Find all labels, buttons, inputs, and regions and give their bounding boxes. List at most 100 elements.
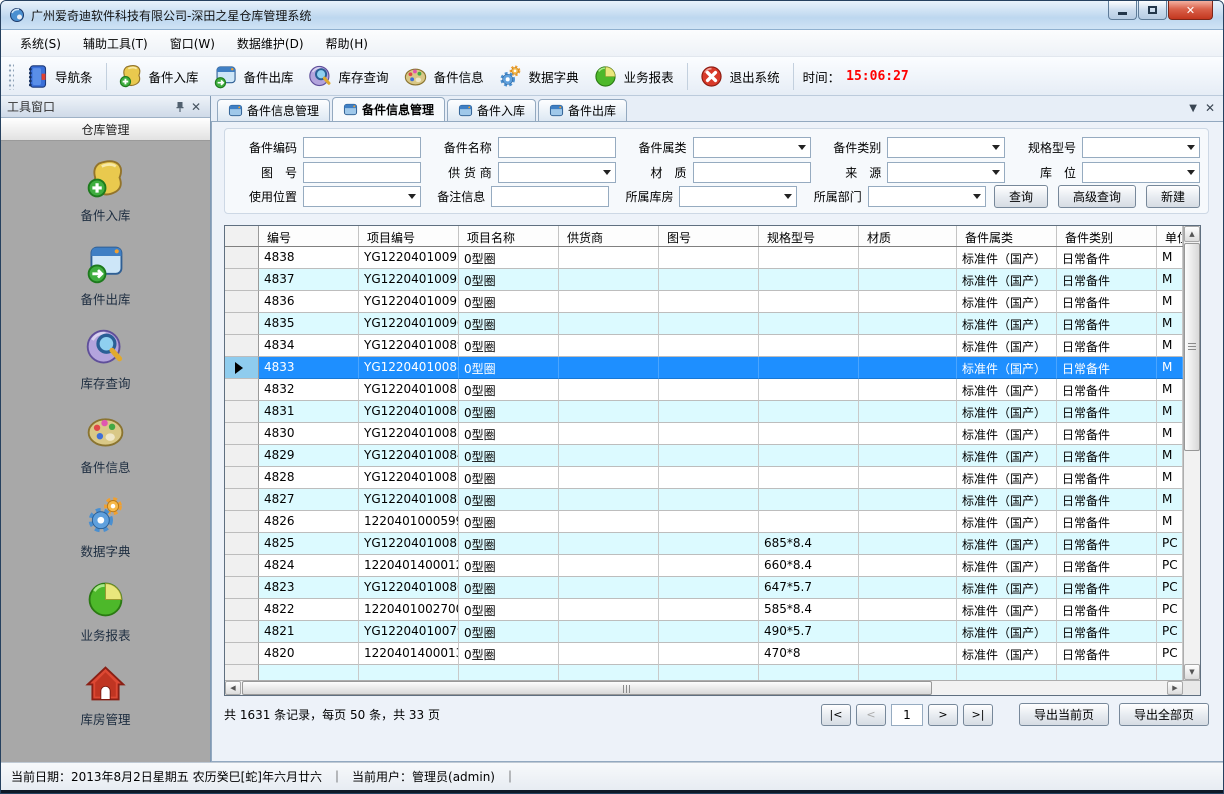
first-page-button[interactable]: |< [821,704,851,726]
advanced-query-button[interactable]: 高级查询 [1058,185,1136,208]
scroll-right-icon[interactable]: ▶ [1167,681,1183,695]
header-col-spec[interactable]: 规格型号 [759,226,859,246]
drawing-no-input[interactable] [303,162,421,183]
spec-model-select[interactable] [1082,137,1200,158]
header-col-class[interactable]: 备件属类 [957,226,1057,246]
table-row[interactable]: 4825YG122040100810型圈685*8.4标准件（国产）日常备件PC [225,533,1183,555]
minimize-button[interactable] [1108,1,1137,20]
table-row[interactable]: 4827YG122040100820型圈标准件（国产）日常备件M [225,489,1183,511]
header-row-selector[interactable] [225,226,259,246]
row-selector[interactable] [225,401,259,423]
table-row[interactable]: 4829YG122040100840型圈标准件（国产）日常备件M [225,445,1183,467]
row-selector[interactable] [225,247,259,269]
toolbar-nav-bar-button[interactable]: 导航条 [18,60,101,93]
part-name-input[interactable] [498,137,616,158]
menu-item-help[interactable]: 帮助(H) [315,31,379,56]
department-select[interactable] [868,186,986,207]
part-class-select[interactable] [693,137,811,158]
tab-close-icon[interactable]: ✕ [1205,101,1215,115]
header-col-project-code[interactable]: 项目编号 [359,226,459,246]
row-selector[interactable] [225,489,259,511]
usage-position-select[interactable] [303,186,421,207]
material-input[interactable] [693,162,811,183]
toolbar-inventory-query-button[interactable]: 库存查询 [302,60,397,93]
pin-icon[interactable] [172,99,188,115]
row-selector[interactable] [225,555,259,577]
query-button[interactable]: 查询 [994,185,1048,208]
table-row[interactable]: 4836YG122040100910型圈标准件（国产）日常备件M [225,291,1183,313]
menu-item-aux-tools[interactable]: 辅助工具(T) [72,31,159,56]
header-col-drawing-no[interactable]: 图号 [659,226,759,246]
vertical-scrollbar[interactable]: ▲ ▼ [1183,226,1200,680]
row-selector[interactable] [225,643,259,665]
remark-input[interactable] [491,186,609,207]
sidebar-item-parts-outbound[interactable]: 备件出库 [46,241,166,308]
header-col-material[interactable]: 材质 [859,226,957,246]
tab-parts-info-mgmt-2[interactable]: 备件信息管理 [332,97,445,121]
horizontal-scrollbar[interactable]: ◀ ▶ [225,681,1183,695]
header-col-id[interactable]: 编号 [259,226,359,246]
row-selector[interactable] [225,533,259,555]
row-selector[interactable] [225,379,259,401]
toolbar-parts-info-button[interactable]: 备件信息 [397,60,492,93]
toolbar-data-dictionary-button[interactable]: 数据字典 [492,60,587,93]
scroll-left-icon[interactable]: ◀ [225,681,241,695]
row-selector[interactable] [225,335,259,357]
sidebar-item-business-report[interactable]: 业务报表 [46,577,166,644]
table-row[interactable]: 4833YG122040100880型圈标准件（国产）日常备件M [225,357,1183,379]
toolbar-exit-system-button[interactable]: 退出系统 [693,60,788,93]
supplier-select[interactable] [498,162,616,183]
header-col-category[interactable]: 备件类别 [1057,226,1157,246]
export-current-page-button[interactable]: 导出当前页 [1019,703,1109,726]
storage-location-select[interactable] [1082,162,1200,183]
table-row[interactable]: 4835YG122040100900型圈标准件（国产）日常备件M [225,313,1183,335]
row-selector[interactable] [225,313,259,335]
table-row[interactable]: 4828YG122040100830型圈标准件（国产）日常备件M [225,467,1183,489]
tab-parts-info-mgmt-1[interactable]: 备件信息管理 [217,99,330,121]
header-col-supplier[interactable]: 供货商 [559,226,659,246]
row-selector[interactable] [225,445,259,467]
table-row[interactable]: 482212204010027000型圈585*8.4标准件（国产）日常备件PC [225,599,1183,621]
row-selector[interactable] [225,577,259,599]
table-row[interactable]: 4832YG122040100870型圈标准件（国产）日常备件M [225,379,1183,401]
row-selector[interactable] [225,599,259,621]
vertical-scroll-thumb[interactable] [1184,243,1200,451]
menu-item-system[interactable]: 系统(S) [9,31,72,56]
table-row[interactable]: 4837YG122040100920型圈标准件（国产）日常备件M [225,269,1183,291]
sidebar-close-icon[interactable]: ✕ [188,99,204,115]
scroll-down-icon[interactable]: ▼ [1184,664,1200,680]
sidebar-item-parts-inbound[interactable]: 备件入库 [46,157,166,224]
sidebar-item-data-dictionary[interactable]: 数据字典 [46,493,166,560]
sidebar-item-parts-info[interactable]: 备件信息 [46,409,166,476]
sidebar-group-header[interactable]: 仓库管理 [1,118,210,141]
warehouse-select[interactable] [679,186,797,207]
table-row[interactable]: 482612204010005990型圈标准件（国产）日常备件M [225,511,1183,533]
row-selector[interactable] [225,357,259,379]
table-row[interactable]: 482412204014000120型圈660*8.4标准件（国产）日常备件PC [225,555,1183,577]
prev-page-button[interactable]: < [856,704,886,726]
row-selector[interactable] [225,621,259,643]
table-row[interactable]: 4834YG122040100890型圈标准件（国产）日常备件M [225,335,1183,357]
sidebar-item-warehouse-management[interactable]: 库房管理 [46,661,166,728]
table-row[interactable]: 4831YG122040100860型圈标准件（国产）日常备件M [225,401,1183,423]
table-row[interactable]: 4821YG122040100790型圈490*5.7标准件（国产）日常备件PC [225,621,1183,643]
tab-parts-inbound[interactable]: 备件入库 [447,99,536,121]
row-selector[interactable] [225,423,259,445]
header-col-project-name[interactable]: 项目名称 [459,226,559,246]
chevron-down-icon[interactable]: ▼ [1189,103,1197,114]
toolbar-gripper[interactable] [7,62,14,90]
table-row[interactable]: 4830YG122040100850型圈标准件（国产）日常备件M [225,423,1183,445]
row-selector[interactable] [225,269,259,291]
header-col-unit[interactable]: 单位 [1157,226,1183,246]
horizontal-scroll-thumb[interactable] [242,681,932,695]
toolbar-parts-outbound-button[interactable]: 备件出库 [207,60,302,93]
new-button[interactable]: 新建 [1146,185,1200,208]
page-number-input[interactable] [891,704,923,726]
last-page-button[interactable]: >| [963,704,993,726]
close-button[interactable]: ✕ [1168,1,1213,20]
maximize-button[interactable] [1138,1,1167,20]
toolbar-parts-inbound-button[interactable]: 备件入库 [112,60,207,93]
next-page-button[interactable]: > [928,704,958,726]
export-all-pages-button[interactable]: 导出全部页 [1119,703,1209,726]
source-select[interactable] [887,162,1005,183]
